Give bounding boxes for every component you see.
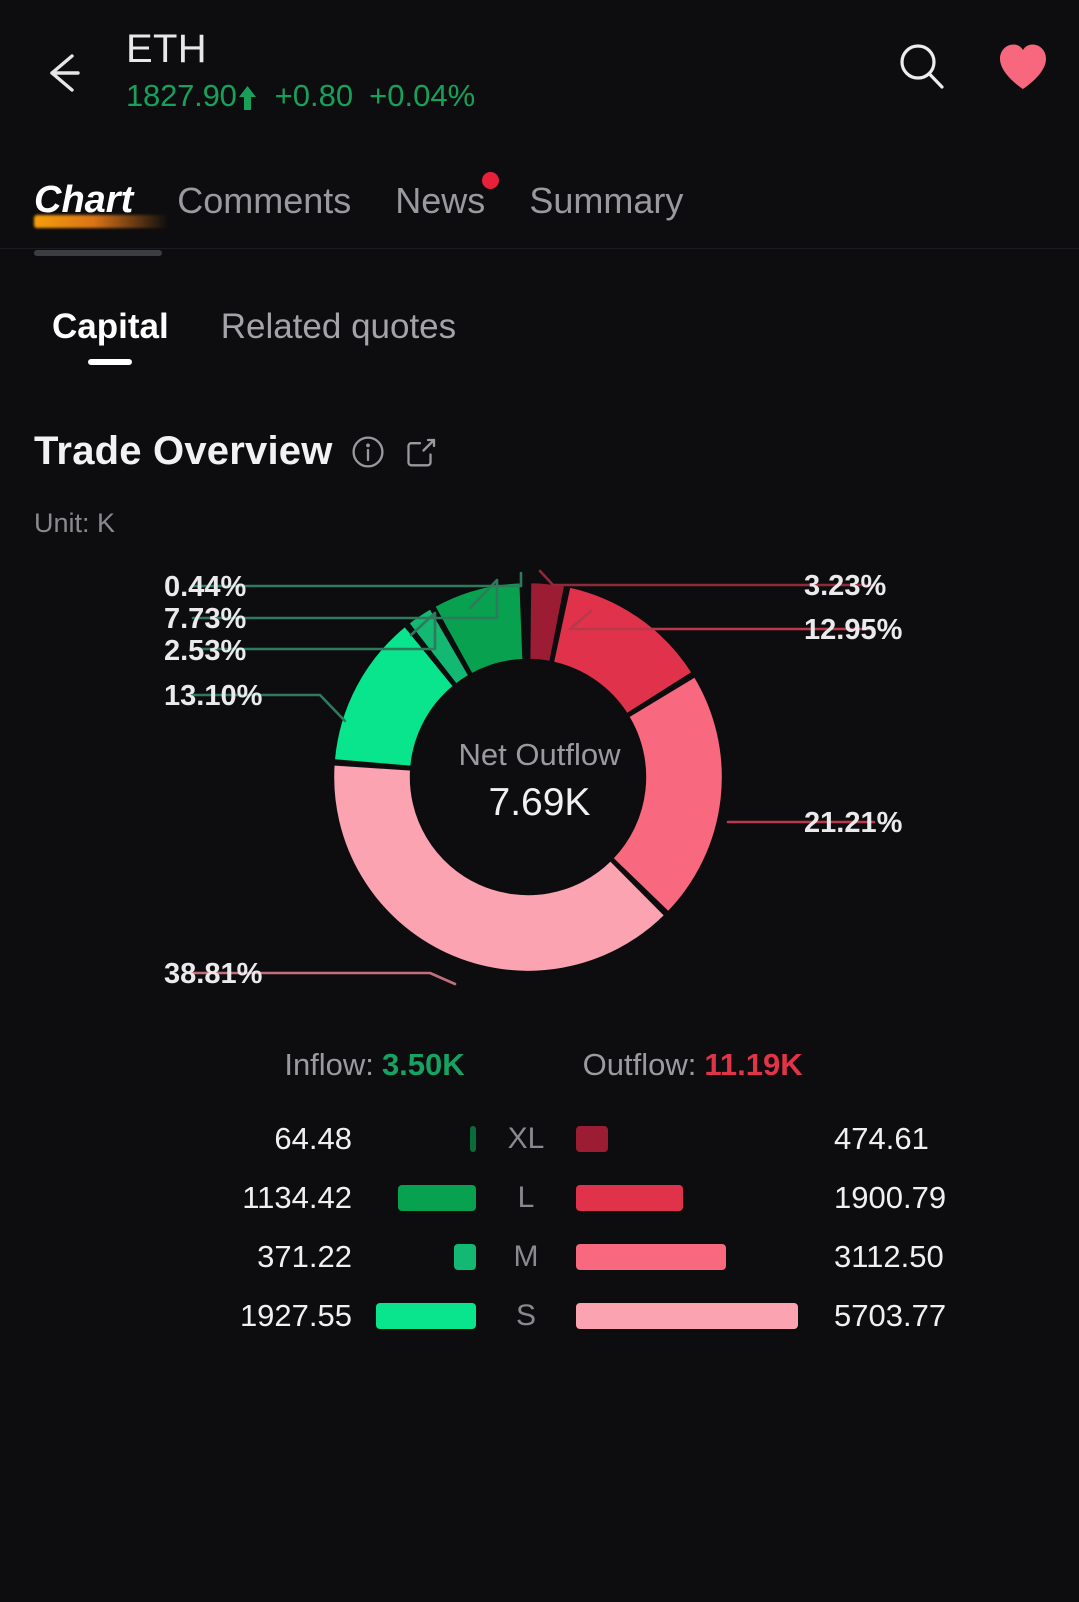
slice-label-inflow-m: 2.53% [164,635,247,667]
row-outflow-bar-wrap [566,1243,818,1270]
row-outflow-bar-wrap [566,1302,818,1329]
arrow-up-icon [238,85,257,111]
row-inflow-bar-wrap [370,1243,486,1270]
row-inflow-bar-wrap [370,1184,486,1211]
symbol-price: 1827.90 [126,78,237,113]
symbol-change: +0.80 [274,78,354,113]
tab-news[interactable]: News [373,172,507,248]
row-outflow-bar-wrap [566,1125,818,1152]
row-outflow-bar [576,1302,798,1329]
subtab-capital[interactable]: Capital [52,307,169,365]
row-inflow-value: 64.48 [274,1120,352,1156]
slice-label-outflow-s: 38.81% [164,958,263,990]
row-inflow-bar [454,1243,476,1270]
row-inflow-value: 371.22 [257,1238,352,1274]
table-row: 64.48 XL 474.61 [18,1109,1061,1168]
active-tab-glow [34,215,168,228]
info-circle-icon[interactable] [351,435,385,469]
donut-slices [331,580,725,974]
symbol-name: ETH [126,27,207,71]
subtab-related-quotes[interactable]: Related quotes [221,307,456,365]
inflow-value: 3.50K [381,1047,465,1082]
row-inflow-bar-wrap [370,1125,486,1152]
outflow-total: Outflow: 11.19K [583,1047,803,1083]
row-outflow-bar [576,1184,683,1211]
outflow-value: 11.19K [704,1047,803,1082]
table-row: 1134.42 L 1900.79 [18,1168,1061,1227]
table-row: 1927.55 S 5703.77 [18,1286,1061,1345]
donut-chart-svg [191,569,876,986]
heart-icon[interactable] [997,42,1049,92]
tab-news-label: News [395,180,486,221]
row-inflow-bar [376,1302,476,1329]
row-tier-label: S [515,1298,536,1332]
symbol-block: ETH 1827.90 +0.80 +0.04% [126,26,475,114]
row-outflow-bar [576,1125,608,1152]
share-export-icon[interactable] [403,434,439,470]
page-title: Trade Overview [34,429,333,473]
app-header: ETH 1827.90 +0.80 +0.04% [0,0,1079,140]
row-outflow-value: 474.61 [834,1120,929,1156]
app-screen: ETH 1827.90 +0.80 +0.04% Chart Comments … [0,0,1079,1602]
unit-label: Unit: K [34,508,116,538]
slice-label-inflow-s: 13.10% [164,680,263,712]
tab-comments[interactable]: Comments [155,180,373,248]
tab-comments-label: Comments [177,180,352,221]
slice-label-inflow-l: 7.73% [164,603,247,635]
table-row: 371.22 M 3112.50 [18,1227,1061,1286]
inflow-total: Inflow: 3.50K [284,1047,464,1083]
back-arrow-icon[interactable] [34,42,96,104]
row-outflow-value: 1900.79 [834,1179,947,1215]
row-inflow-value: 1134.42 [242,1179,352,1215]
row-tier-label: XL [507,1121,545,1155]
slice-label-outflow-m: 21.21% [804,807,903,839]
main-tabs: Chart Comments News Summary [0,140,1079,256]
row-outflow-value: 3112.50 [834,1238,944,1274]
header-actions [893,38,1049,96]
row-outflow-value: 5703.77 [834,1297,947,1333]
tab-summary-label: Summary [529,180,684,221]
row-outflow-bar-wrap [566,1184,818,1211]
news-badge-dot [482,172,500,189]
slice-label-outflow-l: 12.95% [804,614,903,646]
row-inflow-bar-wrap [370,1302,486,1329]
row-inflow-bar [398,1184,476,1211]
tier-rows: 64.48 XL 474.61 1134.42 L 1900.79 371.22… [0,1109,1079,1345]
donut-chart: Net Outflow 7.69K 0.44% 7.73% 2.53% 13.1… [0,549,1079,1029]
row-inflow-value: 1927.55 [239,1297,352,1333]
tab-chart[interactable]: Chart [34,179,168,256]
active-tab-indicator [34,250,162,256]
outflow-label: Outflow: [582,1047,697,1082]
section-header: Trade Overview [0,365,1079,474]
inflow-label: Inflow: [284,1047,374,1082]
flow-totals: Inflow: 3.50K Outflow: 11.19K [0,1047,1079,1083]
search-icon[interactable] [893,38,951,96]
row-inflow-bar [470,1125,476,1152]
slice-label-inflow-xl: 0.44% [164,571,247,603]
sub-tabs: Capital Related quotes [0,249,1079,365]
row-tier-label: L [517,1180,535,1214]
symbol-change-percent: +0.04% [369,78,476,113]
row-tier-label: M [513,1239,539,1273]
symbol-quote: 1827.90 +0.80 +0.04% [126,78,475,114]
row-outflow-bar [576,1243,726,1270]
slice-inflow-xl [523,580,528,662]
slice-outflow-s [331,763,668,974]
tab-summary[interactable]: Summary [507,180,705,248]
slice-label-outflow-xl: 3.23% [804,570,887,602]
